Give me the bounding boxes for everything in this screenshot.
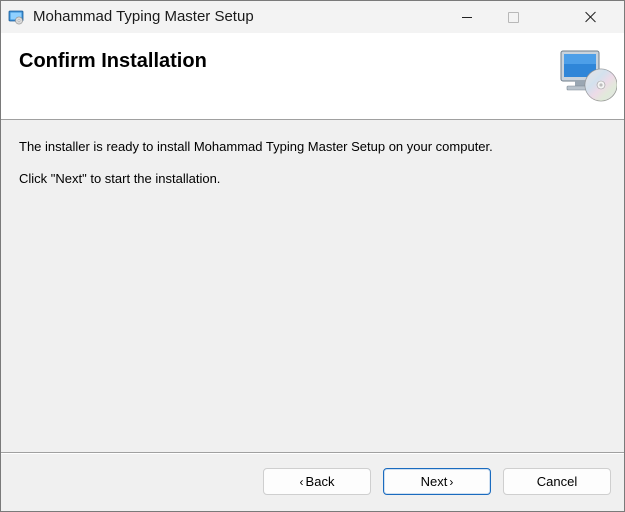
page-title: Confirm Installation <box>19 50 207 72</box>
close-icon <box>585 11 597 23</box>
ready-message: The installer is ready to install Mohamm… <box>19 139 493 154</box>
chevron-right-icon: › <box>449 474 454 489</box>
footer-divider <box>1 452 624 454</box>
back-button-label: Back <box>305 474 335 489</box>
maximize-button[interactable] <box>490 1 536 33</box>
header-banner: Confirm Installation <box>1 33 624 120</box>
minimize-icon <box>462 16 472 18</box>
title-bar[interactable]: Mohammad Typing Master Setup <box>1 1 624 33</box>
next-button-label: Next <box>420 474 448 489</box>
next-button[interactable]: Next › <box>383 468 491 495</box>
computer-with-cd-icon <box>560 50 617 102</box>
maximize-icon <box>507 11 519 23</box>
cancel-button[interactable]: Cancel <box>503 468 611 495</box>
close-button[interactable] <box>568 1 614 33</box>
chevron-left-icon: ‹ <box>299 474 304 489</box>
instruction-message: Click "Next" to start the installation. <box>19 171 221 186</box>
installer-app-icon <box>8 10 24 25</box>
cancel-button-label: Cancel <box>536 474 578 489</box>
back-button[interactable]: ‹ Back <box>263 468 371 495</box>
installer-window: Mohammad Typing Master Setup Confirm Ins… <box>0 0 625 512</box>
minimize-button[interactable] <box>444 1 490 33</box>
window-title: Mohammad Typing Master Setup <box>33 8 254 25</box>
